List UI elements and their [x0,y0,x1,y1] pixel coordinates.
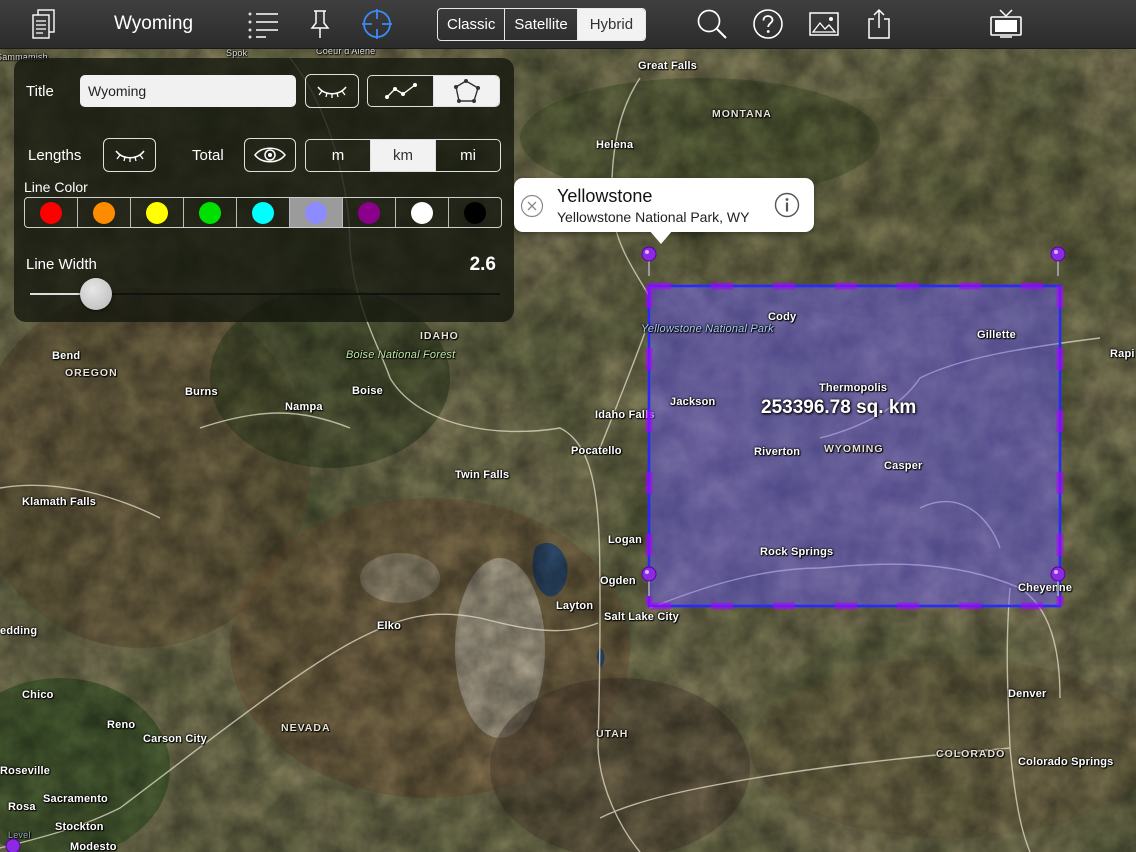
document-icon[interactable] [28,8,60,40]
shape-type-polygon[interactable] [434,76,499,106]
area-measurement-label: 253396.78 sq. km [761,397,917,418]
pin-marker[interactable] [4,838,22,852]
label-rock-springs: Rock Springs [760,546,834,558]
pin-marker[interactable] [1049,246,1067,278]
color-dot [464,201,486,224]
label-thermopolis: Thermopolis [819,382,888,394]
toggle-lengths-button[interactable] [103,138,156,172]
color-dot [358,201,380,224]
pin-marker[interactable] [640,246,658,278]
label-jackson: Jackson [670,396,716,408]
color-dot [305,201,327,224]
document-title[interactable]: Wyoming [114,13,193,35]
pin-icon[interactable] [304,8,336,40]
color-swatch[interactable] [184,198,237,227]
color-dot [93,201,115,224]
eye-icon [254,147,286,163]
toggle-total-button[interactable] [244,138,296,172]
line-width-value: 2.6 [469,254,496,275]
color-dot [252,201,274,224]
pin-marker[interactable] [1049,566,1067,598]
shape-settings-panel: Title Lengths Total m km mi Line Color L… [14,58,514,322]
label-cody: Cody [768,311,797,323]
line-width-label: Line Width [26,256,97,273]
help-icon[interactable] [752,8,784,40]
label-gillette: Gillette [977,329,1016,341]
label-yellowstone-np: Yellowstone National Park [641,323,774,335]
color-swatch[interactable] [396,198,449,227]
polyline-icon [384,83,417,99]
color-swatch[interactable] [78,198,131,227]
share-icon[interactable] [863,8,895,40]
tv-icon[interactable] [988,8,1024,40]
polygon-icon [453,79,480,103]
color-swatch[interactable] [131,198,184,227]
unit-km[interactable]: km [371,140,436,171]
color-swatch[interactable] [343,198,396,227]
color-dot [40,201,62,224]
callout-title: Yellowstone [557,186,653,206]
pin-marker[interactable] [640,566,658,598]
crosshair-icon[interactable] [361,8,393,40]
map-type-classic[interactable]: Classic [438,9,506,40]
unit-selector[interactable]: m km mi [305,139,501,172]
search-icon[interactable] [696,8,728,40]
info-icon[interactable] [774,192,800,218]
line-color-swatches[interactable] [24,197,502,228]
map-type-selector[interactable]: Classic Satellite Hybrid [437,8,647,41]
color-swatch[interactable] [449,198,501,227]
list-icon[interactable] [245,8,281,40]
lengths-label: Lengths [28,147,82,164]
label-casper: Casper [884,460,923,472]
color-dot [146,201,168,224]
title-label: Title [26,83,54,100]
line-color-label: Line Color [24,179,88,195]
callout-subtitle: Yellowstone National Park, WY [557,209,750,225]
location-callout[interactable]: Yellowstone Yellowstone National Park, W… [514,178,814,244]
color-swatch[interactable] [237,198,290,227]
close-icon[interactable] [520,194,544,218]
color-dot [199,201,221,224]
unit-mi[interactable]: mi [436,140,500,171]
color-swatch[interactable] [290,198,343,227]
map-type-satellite[interactable]: Satellite [505,9,578,40]
title-input[interactable] [80,75,296,107]
shape-type-line[interactable] [368,76,434,106]
label-wyoming: WYOMING [824,443,884,455]
eye-closed-icon [317,86,347,98]
total-label: Total [192,147,224,164]
label-riverton: Riverton [754,446,801,458]
map-type-hybrid[interactable]: Hybrid [577,9,646,40]
callout-arrow [649,230,673,244]
hide-title-button[interactable] [305,74,359,108]
color-swatch[interactable] [25,198,78,227]
color-dot [411,201,433,224]
shape-type-selector[interactable] [367,75,500,107]
eye-closed-icon [114,150,145,162]
line-width-slider-thumb[interactable] [79,278,112,310]
top-toolbar: Wyoming Classic Satellite Hybrid [0,0,1136,49]
image-icon[interactable] [808,8,840,40]
unit-m[interactable]: m [306,140,371,171]
